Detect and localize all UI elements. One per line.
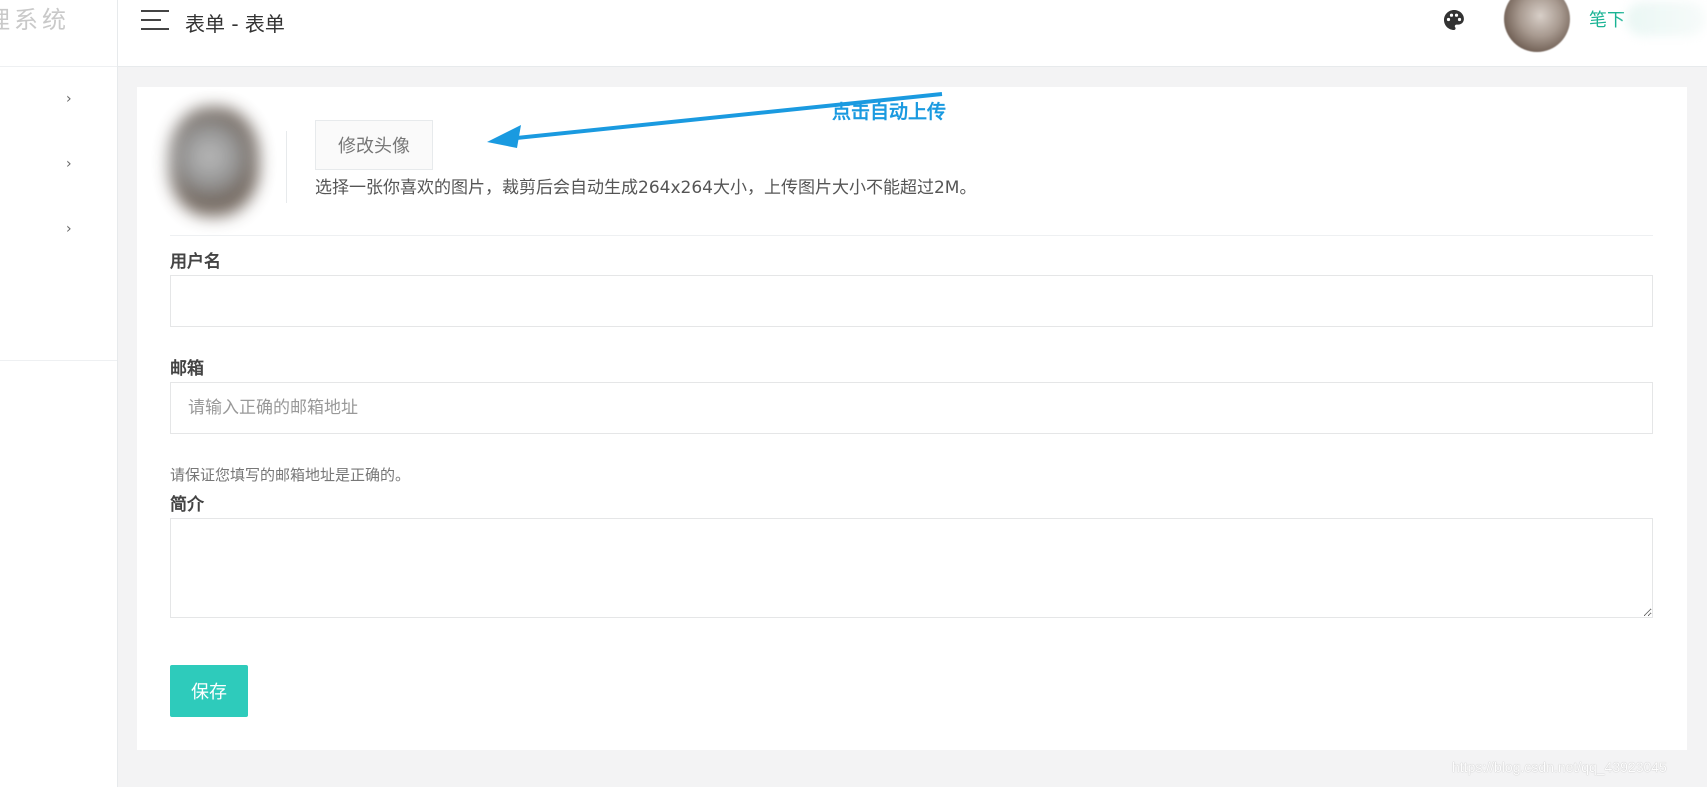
bio-textarea[interactable]	[170, 518, 1653, 618]
avatar-hint: 选择一张你喜欢的图片，裁剪后会自动生成264x264大小，上传图片大小不能超过2…	[315, 178, 977, 198]
hamburger-icon[interactable]	[141, 10, 169, 30]
sidebar-item-2[interactable]: ›	[0, 132, 117, 197]
save-button[interactable]: 保存	[170, 665, 248, 717]
section-divider	[170, 235, 1653, 236]
bio-label: 简介	[170, 495, 204, 515]
user-avatar[interactable]	[1504, 0, 1570, 52]
email-label: 邮箱	[170, 359, 204, 379]
sidebar-item-1[interactable]: ›	[0, 67, 117, 132]
chevron-right-icon: ›	[66, 156, 72, 172]
page-title: 表单 - 表单	[185, 12, 285, 36]
email-help-text: 请保证您填写的邮箱地址是正确的。	[170, 466, 411, 484]
annotation-label: 点击自动上传	[832, 101, 947, 123]
username-label: 用户名	[170, 252, 221, 272]
sidebar-divider	[0, 360, 117, 361]
change-avatar-button[interactable]: 修改头像	[315, 120, 433, 170]
watermark: https://blog.csdn.net/qq_43923045	[1452, 759, 1667, 775]
email-input[interactable]	[170, 382, 1653, 434]
top-bar: 表单 - 表单 笔下	[118, 0, 1707, 67]
chevron-right-icon: ›	[66, 91, 72, 107]
profile-form-card: 修改头像 点击自动上传 选择一张你喜欢的图片，裁剪后会自动生成264x264大小…	[137, 87, 1687, 750]
brand-title: 理系统	[0, 0, 117, 67]
username-link[interactable]: 笔下	[1589, 6, 1625, 32]
sidebar-item-3[interactable]: ›	[0, 197, 117, 262]
sidebar: 理系统 › › ›	[0, 0, 118, 787]
username-input[interactable]	[170, 275, 1653, 327]
palette-icon[interactable]	[1442, 8, 1466, 32]
avatar-separator	[286, 131, 287, 203]
username-redacted	[1626, 2, 1706, 36]
profile-avatar[interactable]	[169, 107, 259, 217]
chevron-right-icon: ›	[66, 221, 72, 237]
